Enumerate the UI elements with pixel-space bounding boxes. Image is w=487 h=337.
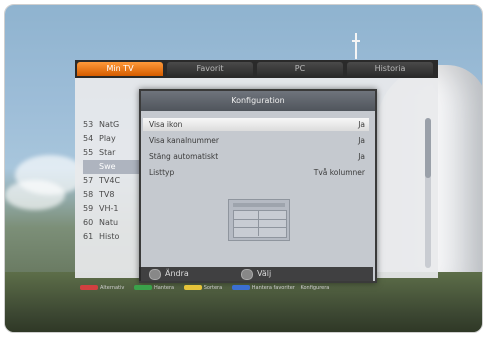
legend-extra-label: Konfigurera <box>300 285 330 291</box>
tab-pc[interactable]: PC <box>257 62 343 76</box>
setting-label: Listtyp <box>149 168 175 177</box>
scrollbar-thumb[interactable] <box>425 118 431 178</box>
legend-yellow-label: Sortera <box>203 285 223 291</box>
channel-number: 53 <box>83 120 94 129</box>
setting-value: Ja <box>358 152 365 161</box>
preview-table <box>233 210 287 238</box>
legend-blue-label: Hantera favoriter <box>251 285 295 291</box>
channel-row[interactable]: 53 NatG <box>83 118 143 132</box>
channel-number: 57 <box>83 176 94 185</box>
color-key-legend: Alternativ Hantera Sortera Hantera favor… <box>80 283 438 293</box>
list-type-preview-image <box>228 199 290 241</box>
green-button-icon <box>133 285 152 290</box>
tab-historia[interactable]: Historia <box>347 62 433 76</box>
channel-number: 55 <box>83 148 94 157</box>
tab-bar: Min TV Favorit PC Historia <box>75 60 438 78</box>
change-label: Ändra <box>165 269 189 278</box>
blue-button-icon <box>231 285 250 290</box>
setting-show-channel-number[interactable]: Visa kanalnummer Ja <box>143 134 369 147</box>
channel-name: Swe <box>99 162 116 171</box>
channel-number: 59 <box>83 204 94 213</box>
channel-row[interactable]: 61 Histo <box>83 230 143 244</box>
left-right-button-icon <box>149 269 161 280</box>
channel-name: Natu <box>99 218 119 227</box>
legend-red-label: Alternativ <box>100 285 125 291</box>
setting-auto-close[interactable]: Stäng automatiskt Ja <box>143 150 369 163</box>
preview-header-bar <box>233 203 285 207</box>
setting-label: Visa kanalnummer <box>149 136 219 145</box>
setting-value: Två kolumner <box>313 168 365 177</box>
setting-value: Ja <box>358 136 365 145</box>
setting-list-type[interactable]: Listtyp Två kolumner <box>143 166 369 179</box>
channel-name: TV4C <box>99 176 121 185</box>
channel-name: Star <box>99 148 116 157</box>
tv-screen: Min TV Favorit PC Historia 53 NatG 54 Play… <box>4 4 483 333</box>
list-scrollbar[interactable] <box>425 118 431 268</box>
channel-row[interactable]: 59 VH-1 <box>83 202 143 216</box>
setting-value: Ja <box>358 120 365 129</box>
dialog-footer: Ändra Välj <box>139 267 373 281</box>
channel-row[interactable]: 60 Natu <box>83 216 143 230</box>
channel-row[interactable]: 58 TV8 <box>83 188 143 202</box>
ok-button-icon <box>241 269 253 280</box>
channel-name: Histo <box>99 232 120 241</box>
legend-green-label: Hantera <box>153 285 175 291</box>
channel-number: 60 <box>83 218 94 227</box>
cross-icon <box>352 33 360 59</box>
select-label: Välj <box>257 269 272 278</box>
channel-name: VH-1 <box>99 204 119 213</box>
channel-row[interactable]: 57 TV4C <box>83 174 143 188</box>
setting-label: Stäng automatiskt <box>149 152 219 161</box>
channel-row[interactable]: 54 Play <box>83 132 143 146</box>
channel-number: 58 <box>83 190 94 199</box>
tab-favorit[interactable]: Favorit <box>167 62 253 76</box>
tab-min-tv[interactable]: Min TV <box>77 62 163 76</box>
dialog-title: Konfiguration <box>141 91 375 111</box>
channel-number: 61 <box>83 232 94 241</box>
preview-column-divider <box>258 210 259 236</box>
setting-label: Visa ikon <box>149 120 183 129</box>
channel-name: NatG <box>99 120 120 129</box>
cloud <box>5 180 65 210</box>
configuration-dialog: Konfiguration Visa ikon Ja Visa kanalnum… <box>139 89 377 283</box>
channel-row-selected[interactable]: Swe <box>83 160 145 174</box>
channel-number: 54 <box>83 134 94 143</box>
channel-name: Play <box>99 134 116 143</box>
red-button-icon <box>80 285 98 290</box>
channel-row[interactable]: 55 Star <box>83 146 143 160</box>
channel-name: TV8 <box>99 190 115 199</box>
setting-show-icon[interactable]: Visa ikon Ja <box>143 118 369 131</box>
yellow-button-icon <box>183 285 202 290</box>
